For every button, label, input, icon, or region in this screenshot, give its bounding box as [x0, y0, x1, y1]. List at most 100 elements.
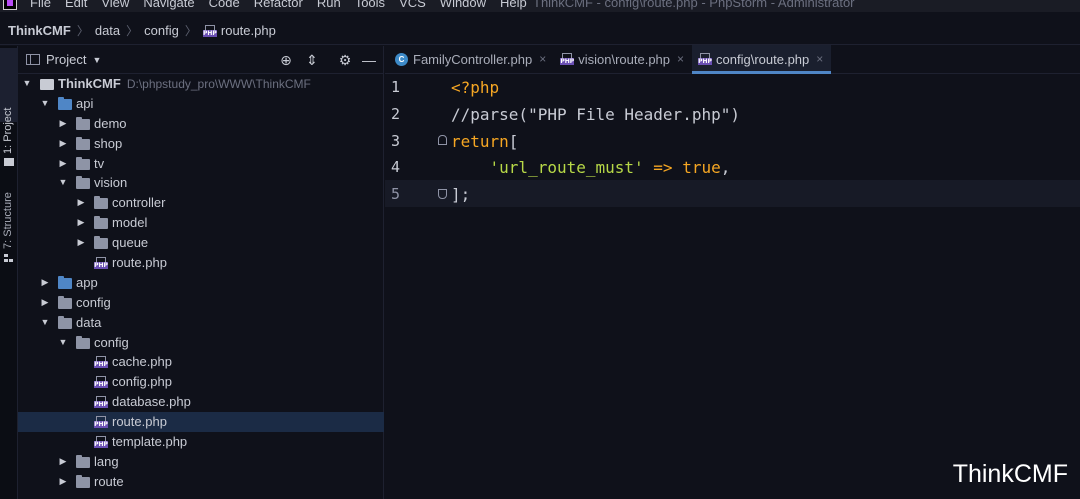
tree-folder-item[interactable]: ▶ shop [18, 134, 384, 154]
collapse-all-icon[interactable]: ⇕ [303, 51, 321, 69]
editor-tabs: C FamilyController.php × PHP vision\route.ph… [385, 45, 1080, 74]
folder-icon [76, 474, 90, 488]
expand-arrow-right-icon[interactable]: ▶ [40, 273, 50, 293]
menu-item-edit[interactable]: Edit [65, 0, 87, 10]
expand-arrow-down-icon[interactable]: ▼ [40, 313, 50, 333]
tree-folder-item[interactable]: ▼ config [18, 333, 384, 353]
expand-arrow-right-icon[interactable]: ▶ [58, 452, 68, 472]
menu-item-code[interactable]: Code [209, 0, 240, 10]
tree-folder-item[interactable]: ▼ vision [18, 173, 384, 193]
breadcrumb-data[interactable]: data [95, 23, 120, 38]
tree-folder-item[interactable]: ▶ queue [18, 233, 384, 253]
line-number: 4 [391, 158, 401, 177]
expand-arrow-down-icon[interactable]: ▼ [22, 74, 32, 94]
tree-file-item[interactable]: PHP config.php [18, 372, 384, 392]
hide-panel-icon[interactable]: — [360, 51, 378, 69]
locate-file-icon[interactable]: ⊕ [277, 51, 295, 69]
menu-item-view[interactable]: View [101, 0, 129, 10]
folder-icon [4, 158, 14, 166]
menu-item-navigate[interactable]: Navigate [143, 0, 194, 10]
expand-arrow-right-icon[interactable]: ▶ [58, 134, 68, 154]
expand-arrow-down-icon[interactable]: ▼ [40, 94, 50, 114]
code-line[interactable]: ]; [451, 185, 470, 204]
folder-icon [58, 315, 72, 329]
code-token: , [720, 158, 731, 178]
editor-tab[interactable]: PHP vision\route.php × [554, 45, 692, 73]
tree-folder-item[interactable]: ▶ config [18, 293, 384, 313]
code-token: ]; [451, 185, 471, 205]
tree-file-item[interactable]: PHP cache.php [18, 352, 384, 372]
menu-item-tools[interactable]: Tools [355, 0, 385, 10]
menu-item-refactor[interactable]: Refactor [254, 0, 303, 10]
tree-folder-item[interactable]: ▶ tv [18, 154, 384, 174]
expand-arrow-right-icon[interactable]: ▶ [58, 154, 68, 174]
fold-marker-icon[interactable] [438, 189, 447, 199]
editor-tab[interactable]: C FamilyController.php × [389, 45, 554, 73]
structure-icon [4, 254, 14, 262]
tree-folder-item[interactable]: ▼ data [18, 313, 384, 333]
menu-item-run[interactable]: Run [317, 0, 341, 10]
tree-file-item[interactable]: PHP route.php [18, 253, 384, 273]
breadcrumb-project[interactable]: ThinkCMF [8, 23, 71, 38]
expand-arrow-right-icon[interactable]: ▶ [58, 114, 68, 134]
tree-file-item[interactable]: PHP route.php [18, 412, 384, 433]
breadcrumb: ThinkCMF 〉 data 〉 config 〉 PHP route.php [0, 17, 1080, 45]
tree-item-label: cache.php [112, 354, 172, 370]
menu-item-file[interactable]: File [30, 0, 51, 10]
current-line-highlight [385, 180, 1080, 207]
tree-item-label: api [76, 95, 94, 111]
project-view-icon [26, 54, 40, 65]
tree-file-item[interactable]: PHP database.php [18, 392, 384, 412]
breadcrumb-file[interactable]: route.php [221, 23, 276, 38]
php-file-icon: PHP [698, 53, 713, 65]
menu-item-vcs[interactable]: VCS [399, 0, 426, 10]
close-icon[interactable]: × [677, 52, 684, 66]
tree-folder-item[interactable]: ▶ model [18, 213, 384, 233]
structure-tool-label[interactable]: 7: Structure [2, 192, 14, 249]
tree-folder-item[interactable]: ▶ controller [18, 193, 384, 213]
breadcrumb-config[interactable]: config [144, 23, 179, 38]
expand-arrow-right-icon[interactable]: ▶ [58, 472, 68, 492]
tree-file-item[interactable]: PHP template.php [18, 432, 384, 452]
gear-icon[interactable]: ⚙ [336, 51, 354, 69]
php-file-icon: PHP [94, 376, 108, 389]
folder-icon [40, 79, 54, 90]
menu-item-window[interactable]: Window [440, 0, 486, 10]
line-number: 5 [391, 185, 401, 204]
expand-arrow-right-icon[interactable]: ▶ [76, 193, 86, 213]
code-token: 'url_route_must' [489, 158, 644, 178]
tree-folder-item[interactable]: ▼ ThinkCMF D:\phpstudy_pro\WWW\ThinkCMF [18, 74, 384, 94]
menu-items: File Edit View Navigate Code Refactor Run Tools… [30, 0, 541, 10]
project-panel-title[interactable]: Project [46, 52, 86, 67]
code-line[interactable]: return[ [451, 132, 518, 151]
code-line[interactable]: <?php [451, 78, 499, 97]
menu-bar: File Edit View Navigate Code Refactor Run Tools… [0, 0, 1080, 12]
editor-tab[interactable]: PHP config\route.php × [692, 45, 832, 74]
tree-folder-item[interactable]: ▶ app [18, 273, 384, 293]
code-line[interactable]: 'url_route_must' => true, [451, 158, 731, 178]
project-panel: Project ▼ ⊕ ⇕ ⚙ — ▼ ThinkCMF D:\phpstudy_p… [18, 46, 384, 499]
close-icon[interactable]: × [816, 52, 823, 66]
project-tool-label[interactable]: 1: Project [2, 108, 14, 154]
expand-arrow-right-icon[interactable]: ▶ [76, 213, 86, 233]
dropdown-caret-icon[interactable]: ▼ [92, 55, 101, 65]
code-line[interactable]: //parse("PHP File Header.php") [451, 105, 740, 124]
expand-arrow-right-icon[interactable]: ▶ [76, 233, 86, 253]
tree-folder-item[interactable]: ▶ route [18, 472, 384, 492]
expand-arrow-down-icon[interactable]: ▼ [58, 333, 68, 353]
expand-arrow-right-icon[interactable]: ▶ [40, 293, 50, 313]
line-number: 3 [391, 131, 401, 150]
close-icon[interactable]: × [539, 52, 546, 66]
chevron-right-icon: 〉 [184, 24, 197, 38]
project-tree: ▼ ThinkCMF D:\phpstudy_pro\WWW\ThinkCMF ▼ ap… [18, 74, 384, 492]
tree-item-label: route [94, 473, 124, 489]
tree-folder-item[interactable]: ▶ demo [18, 114, 384, 134]
expand-arrow-down-icon[interactable]: ▼ [58, 173, 68, 193]
folder-icon [76, 335, 90, 349]
fold-marker-icon[interactable] [438, 135, 447, 145]
chevron-right-icon: 〉 [126, 24, 139, 38]
menu-item-help[interactable]: Help [500, 0, 527, 10]
tree-item-label: app [76, 274, 98, 290]
tree-folder-item[interactable]: ▶ lang [18, 452, 384, 472]
tree-folder-item[interactable]: ▼ api [18, 94, 384, 114]
